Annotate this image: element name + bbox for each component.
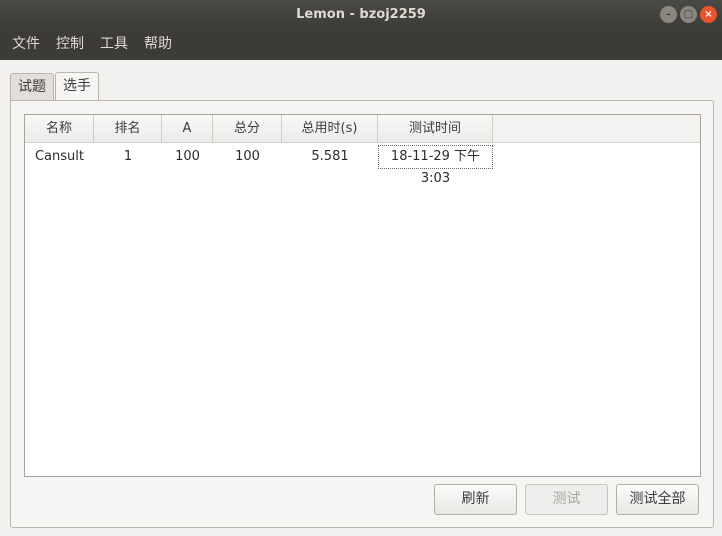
cell-rank: 1 [123, 149, 133, 164]
cell-test-time: 18-11-29 下午3:03 [378, 145, 493, 186]
minimize-icon[interactable]: – [660, 6, 677, 23]
column-header-total-score[interactable]: 总分 [213, 115, 282, 143]
close-icon[interactable]: × [700, 6, 717, 23]
cell-total-time: 5.581 [311, 149, 349, 164]
tab-problems[interactable]: 试题 [10, 73, 54, 100]
results-table[interactable]: 名称 排名 A 总分 总用时(s) 测试时间 Cansult 1 100 100… [24, 114, 701, 477]
cell-total-score: 100 [235, 149, 260, 164]
window-title: Lemon - bzoj2259 [296, 7, 426, 22]
test-all-button[interactable]: 测试全部 [616, 484, 699, 515]
menu-help[interactable]: 帮助 [136, 29, 180, 60]
column-header-rank[interactable]: 排名 [94, 115, 162, 143]
table-header-filler [493, 115, 700, 143]
window-controls: – □ × [660, 6, 717, 23]
cell-name: Cansult [34, 149, 84, 164]
table-header: 名称 排名 A 总分 总用时(s) 测试时间 [25, 115, 493, 143]
contestants-panel: 名称 排名 A 总分 总用时(s) 测试时间 Cansult 1 100 100… [10, 100, 714, 528]
title-bar: Lemon - bzoj2259 – □ × [0, 0, 722, 29]
refresh-button[interactable]: 刷新 [434, 484, 517, 515]
cell-score-a: 100 [175, 149, 200, 164]
column-header-test-time[interactable]: 测试时间 [378, 115, 493, 143]
table-row[interactable]: Cansult 1 100 100 5.581 18-11-29 下午3:03 [25, 144, 493, 186]
maximize-icon[interactable]: □ [680, 6, 697, 23]
menu-control[interactable]: 控制 [48, 29, 92, 60]
test-button[interactable]: 测试 [525, 484, 608, 515]
column-header-name[interactable]: 名称 [25, 115, 94, 143]
tab-bar: 试题 选手 [10, 72, 99, 100]
tab-contestants[interactable]: 选手 [55, 72, 99, 100]
menu-bar: 文件 控制 工具 帮助 [0, 29, 722, 60]
menu-file[interactable]: 文件 [4, 29, 48, 60]
column-header-a[interactable]: A [162, 115, 213, 143]
menu-tools[interactable]: 工具 [92, 29, 136, 60]
column-header-total-time[interactable]: 总用时(s) [282, 115, 378, 143]
